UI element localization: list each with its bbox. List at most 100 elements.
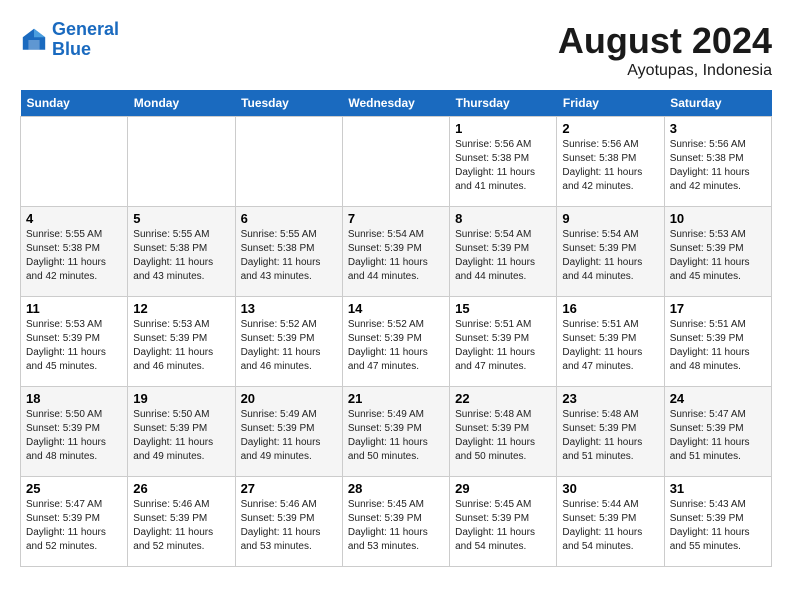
calendar-cell: 31 Sunrise: 5:43 AM Sunset: 5:39 PM Dayli… xyxy=(664,477,771,567)
day-info: Sunrise: 5:52 AM Sunset: 5:39 PM Dayligh… xyxy=(348,318,444,374)
calendar-cell: 3 Sunrise: 5:56 AM Sunset: 5:38 PM Daylig… xyxy=(664,117,771,207)
logo-text-general: General xyxy=(52,19,119,39)
day-info: Sunrise: 5:50 AM Sunset: 5:39 PM Dayligh… xyxy=(26,408,122,464)
col-header-tuesday: Tuesday xyxy=(235,90,342,117)
day-info: Sunrise: 5:51 AM Sunset: 5:39 PM Dayligh… xyxy=(670,318,766,374)
subtitle: Ayotupas, Indonesia xyxy=(558,62,772,80)
day-info: Sunrise: 5:46 AM Sunset: 5:39 PM Dayligh… xyxy=(133,498,229,554)
calendar-cell: 18 Sunrise: 5:50 AM Sunset: 5:39 PM Dayli… xyxy=(21,387,128,477)
day-info: Sunrise: 5:51 AM Sunset: 5:39 PM Dayligh… xyxy=(455,318,551,374)
day-number: 12 xyxy=(133,301,229,316)
calendar-cell: 16Sunrise: 5:51 AM Sunset: 5:39 PM Dayli… xyxy=(557,297,664,387)
day-info: Sunrise: 5:53 AM Sunset: 5:39 PM Dayligh… xyxy=(26,318,122,374)
week-row-2: 4 Sunrise: 5:55 AM Sunset: 5:38 PM Daylig… xyxy=(21,207,772,297)
day-info: Sunrise: 5:55 AM Sunset: 5:38 PM Dayligh… xyxy=(26,228,122,284)
day-info: Sunrise: 5:47 AM Sunset: 5:39 PM Dayligh… xyxy=(26,498,122,554)
col-header-monday: Monday xyxy=(128,90,235,117)
day-info: Sunrise: 5:49 AM Sunset: 5:39 PM Dayligh… xyxy=(348,408,444,464)
day-number: 23 xyxy=(562,391,658,406)
day-number: 29 xyxy=(455,481,551,496)
day-number: 27 xyxy=(241,481,337,496)
day-info: Sunrise: 5:45 AM Sunset: 5:39 PM Dayligh… xyxy=(348,498,444,554)
day-number: 7 xyxy=(348,211,444,226)
day-number: 19 xyxy=(133,391,229,406)
day-number: 14 xyxy=(348,301,444,316)
calendar-cell xyxy=(342,117,449,207)
calendar-cell xyxy=(235,117,342,207)
title-block: August 2024 Ayotupas, Indonesia xyxy=(558,20,772,80)
calendar-cell: 21 Sunrise: 5:49 AM Sunset: 5:39 PM Dayli… xyxy=(342,387,449,477)
day-info: Sunrise: 5:52 AM Sunset: 5:39 PM Dayligh… xyxy=(241,318,337,374)
calendar-cell: 23 Sunrise: 5:48 AM Sunset: 5:39 PM Dayli… xyxy=(557,387,664,477)
header-row: SundayMondayTuesdayWednesdayThursdayFrid… xyxy=(21,90,772,117)
page-header: General Blue August 2024 Ayotupas, Indon… xyxy=(20,20,772,80)
col-header-thursday: Thursday xyxy=(450,90,557,117)
day-number: 30 xyxy=(562,481,658,496)
day-number: 10 xyxy=(670,211,766,226)
calendar-cell: 4 Sunrise: 5:55 AM Sunset: 5:38 PM Daylig… xyxy=(21,207,128,297)
calendar-cell: 14 Sunrise: 5:52 AM Sunset: 5:39 PM Dayli… xyxy=(342,297,449,387)
day-info: Sunrise: 5:56 AM Sunset: 5:38 PM Dayligh… xyxy=(562,138,658,194)
calendar-cell: 17Sunrise: 5:51 AM Sunset: 5:39 PM Dayli… xyxy=(664,297,771,387)
calendar-cell: 30 Sunrise: 5:44 AM Sunset: 5:39 PM Dayli… xyxy=(557,477,664,567)
calendar-cell: 10 Sunrise: 5:53 AM Sunset: 5:39 PM Dayli… xyxy=(664,207,771,297)
day-info: Sunrise: 5:55 AM Sunset: 5:38 PM Dayligh… xyxy=(133,228,229,284)
day-info: Sunrise: 5:53 AM Sunset: 5:39 PM Dayligh… xyxy=(670,228,766,284)
day-info: Sunrise: 5:46 AM Sunset: 5:39 PM Dayligh… xyxy=(241,498,337,554)
day-number: 8 xyxy=(455,211,551,226)
calendar-cell: 20Sunrise: 5:49 AM Sunset: 5:39 PM Dayli… xyxy=(235,387,342,477)
day-info: Sunrise: 5:48 AM Sunset: 5:39 PM Dayligh… xyxy=(455,408,551,464)
day-number: 2 xyxy=(562,121,658,136)
calendar-cell: 13 Sunrise: 5:52 AM Sunset: 5:39 PM Dayli… xyxy=(235,297,342,387)
week-row-4: 18 Sunrise: 5:50 AM Sunset: 5:39 PM Dayli… xyxy=(21,387,772,477)
day-number: 18 xyxy=(26,391,122,406)
col-header-sunday: Sunday xyxy=(21,90,128,117)
day-info: Sunrise: 5:51 AM Sunset: 5:39 PM Dayligh… xyxy=(562,318,658,374)
week-row-5: 25 Sunrise: 5:47 AM Sunset: 5:39 PM Dayli… xyxy=(21,477,772,567)
calendar-cell: 27 Sunrise: 5:46 AM Sunset: 5:39 PM Dayli… xyxy=(235,477,342,567)
day-number: 4 xyxy=(26,211,122,226)
day-number: 15 xyxy=(455,301,551,316)
day-info: Sunrise: 5:54 AM Sunset: 5:39 PM Dayligh… xyxy=(455,228,551,284)
day-number: 11 xyxy=(26,301,122,316)
day-info: Sunrise: 5:50 AM Sunset: 5:39 PM Dayligh… xyxy=(133,408,229,464)
calendar-cell: 11 Sunrise: 5:53 AM Sunset: 5:39 PM Dayli… xyxy=(21,297,128,387)
day-number: 13 xyxy=(241,301,337,316)
logo-text-blue: Blue xyxy=(52,39,91,59)
calendar-cell: 22 Sunrise: 5:48 AM Sunset: 5:39 PM Dayli… xyxy=(450,387,557,477)
day-number: 9 xyxy=(562,211,658,226)
day-number: 3 xyxy=(670,121,766,136)
day-info: Sunrise: 5:56 AM Sunset: 5:38 PM Dayligh… xyxy=(455,138,551,194)
day-number: 1 xyxy=(455,121,551,136)
day-number: 6 xyxy=(241,211,337,226)
day-number: 22 xyxy=(455,391,551,406)
calendar-cell: 7 Sunrise: 5:54 AM Sunset: 5:39 PM Daylig… xyxy=(342,207,449,297)
day-info: Sunrise: 5:54 AM Sunset: 5:39 PM Dayligh… xyxy=(348,228,444,284)
calendar-cell: 6Sunrise: 5:55 AM Sunset: 5:38 PM Daylig… xyxy=(235,207,342,297)
day-number: 26 xyxy=(133,481,229,496)
day-number: 24 xyxy=(670,391,766,406)
calendar-cell: 8 Sunrise: 5:54 AM Sunset: 5:39 PM Daylig… xyxy=(450,207,557,297)
logo: General Blue xyxy=(20,20,119,60)
day-number: 5 xyxy=(133,211,229,226)
calendar-cell: 26 Sunrise: 5:46 AM Sunset: 5:39 PM Dayli… xyxy=(128,477,235,567)
calendar-cell: 1 Sunrise: 5:56 AM Sunset: 5:38 PM Daylig… xyxy=(450,117,557,207)
calendar-table: SundayMondayTuesdayWednesdayThursdayFrid… xyxy=(20,90,772,567)
day-info: Sunrise: 5:54 AM Sunset: 5:39 PM Dayligh… xyxy=(562,228,658,284)
day-number: 21 xyxy=(348,391,444,406)
day-info: Sunrise: 5:48 AM Sunset: 5:39 PM Dayligh… xyxy=(562,408,658,464)
day-number: 25 xyxy=(26,481,122,496)
logo-icon xyxy=(20,26,48,54)
day-info: Sunrise: 5:44 AM Sunset: 5:39 PM Dayligh… xyxy=(562,498,658,554)
calendar-cell xyxy=(21,117,128,207)
day-info: Sunrise: 5:56 AM Sunset: 5:38 PM Dayligh… xyxy=(670,138,766,194)
calendar-cell: 25 Sunrise: 5:47 AM Sunset: 5:39 PM Dayli… xyxy=(21,477,128,567)
col-header-saturday: Saturday xyxy=(664,90,771,117)
day-number: 31 xyxy=(670,481,766,496)
col-header-wednesday: Wednesday xyxy=(342,90,449,117)
calendar-cell: 28Sunrise: 5:45 AM Sunset: 5:39 PM Dayli… xyxy=(342,477,449,567)
day-info: Sunrise: 5:49 AM Sunset: 5:39 PM Dayligh… xyxy=(241,408,337,464)
day-info: Sunrise: 5:53 AM Sunset: 5:39 PM Dayligh… xyxy=(133,318,229,374)
day-info: Sunrise: 5:47 AM Sunset: 5:39 PM Dayligh… xyxy=(670,408,766,464)
day-info: Sunrise: 5:43 AM Sunset: 5:39 PM Dayligh… xyxy=(670,498,766,554)
